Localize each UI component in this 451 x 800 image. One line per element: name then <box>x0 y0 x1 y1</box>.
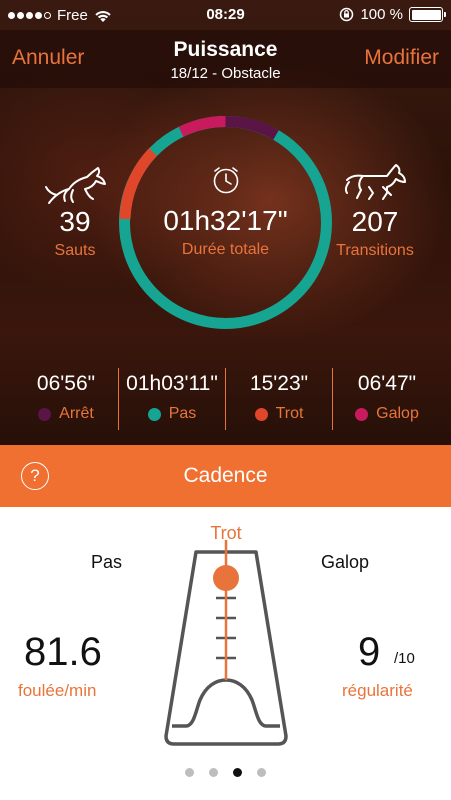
page-dot[interactable] <box>257 768 266 777</box>
cadence-header: ? Cadence <box>0 445 451 507</box>
gait-arret: 06'56" Arrêt <box>16 372 116 432</box>
cadence-left-gait-label: Pas <box>91 552 123 572</box>
regularity-label: régularité <box>342 681 413 700</box>
jumping-horse-icon <box>45 167 106 204</box>
gait-arret-time: 06'56" <box>36 372 96 395</box>
battery-icon <box>409 7 446 22</box>
gait-galop-label: Galop <box>376 405 419 422</box>
gait-pas-time: 01h03'11" <box>126 372 218 395</box>
page-dot[interactable] <box>185 768 194 777</box>
transitions-label: Transitions <box>336 242 414 259</box>
arret-color-dot <box>38 407 52 421</box>
battery-info: 100 % <box>339 6 446 23</box>
page-dot[interactable] <box>209 768 218 777</box>
gait-pas-label: Pas <box>168 405 197 422</box>
battery-percent: 100 % <box>360 6 403 23</box>
gait-trot-time: 15'23" <box>249 372 309 395</box>
gait-arret-label: Arrêt <box>59 405 94 422</box>
trotting-horse-icon <box>344 164 406 200</box>
gait-galop-time: 06'47" <box>357 372 417 395</box>
cadence-title: Cadence <box>183 464 268 487</box>
page-dot[interactable] <box>233 768 242 777</box>
total-duration: 01h32'17" <box>163 205 288 236</box>
rotation-lock-icon <box>340 7 354 22</box>
total-duration-label: Durée totale <box>181 241 270 258</box>
pas-color-dot <box>147 407 161 421</box>
stride-rate-value: 81.6 <box>24 630 102 674</box>
galop-color-dot <box>355 407 369 421</box>
ring-segment-arret <box>225 115 279 140</box>
gait-pas: 01h03'11" Pas <box>119 372 225 432</box>
transitions-count: 207 <box>351 206 399 237</box>
stride-rate-unit: foulée/min <box>18 681 97 700</box>
page-indicator[interactable] <box>0 768 451 777</box>
gait-trot: 15'23" Trot <box>226 372 332 432</box>
gait-trot-label: Trot <box>275 405 304 422</box>
regularity-value: 9 <box>358 630 381 674</box>
metronome-icon <box>164 540 288 746</box>
session-summary-panel: Free 08:29 100 % Annuler Puissance 18/12… <box>0 0 451 445</box>
status-bar: Free 08:29 100 % <box>0 0 451 30</box>
nav-bar: Annuler Puissance 18/12 - Obstacle Modif… <box>0 30 451 88</box>
cadence-right-gait-label: Galop <box>321 552 370 572</box>
jumps-label: Sauts <box>54 242 96 259</box>
gait-galop: 06'47" Galop <box>333 372 441 432</box>
edit-button[interactable]: Modifier <box>364 46 439 70</box>
jumps-count: 39 <box>59 206 91 237</box>
ring-segment-galop <box>178 115 226 137</box>
regularity-scale: /10 <box>394 650 415 667</box>
trot-color-dot <box>254 407 268 421</box>
stopwatch-icon <box>213 167 239 194</box>
